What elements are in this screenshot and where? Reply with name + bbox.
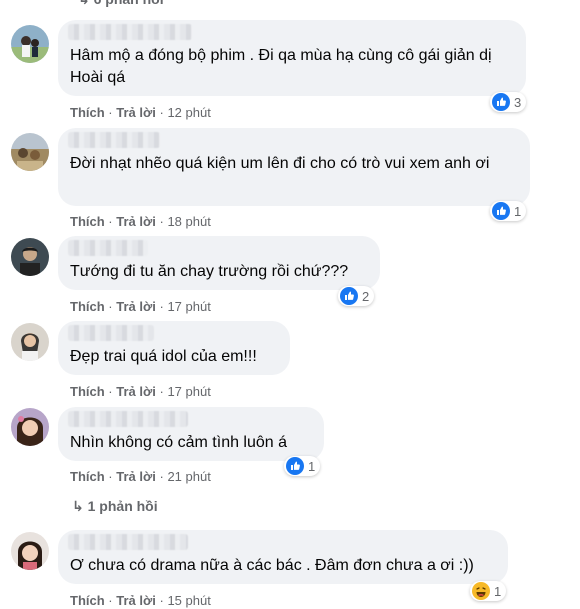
separator: · xyxy=(159,299,164,314)
commenter-name-redacted[interactable] xyxy=(68,132,160,148)
separator: · xyxy=(108,469,113,484)
comment-bubble: Đẹp trai quá idol của em!!! xyxy=(58,321,290,375)
reaction-count: 1 xyxy=(494,583,502,599)
like-action[interactable]: Thích xyxy=(70,384,105,399)
view-replies-link-top[interactable]: ↳ 6 phản hồi xyxy=(78,0,164,8)
separator: · xyxy=(159,469,164,484)
reply-action[interactable]: Trả lời xyxy=(116,214,156,229)
comment-time[interactable]: 17 phút xyxy=(167,299,210,314)
avatar[interactable] xyxy=(11,25,49,63)
separator: · xyxy=(159,384,164,399)
reply-action[interactable]: Trả lời xyxy=(116,469,156,484)
avatar[interactable] xyxy=(11,133,49,171)
separator: · xyxy=(159,105,164,120)
replies-count: 1 phản hồi xyxy=(87,498,158,514)
like-icon xyxy=(492,93,510,111)
reaction-count: 1 xyxy=(308,458,316,474)
like-action[interactable]: Thích xyxy=(70,469,105,484)
reaction-count: 3 xyxy=(514,94,522,110)
reply-arrow-icon: ↳ xyxy=(72,498,84,514)
comment-text: Đẹp trai quá idol của em!!! xyxy=(70,348,257,365)
like-icon xyxy=(492,202,510,220)
separator: · xyxy=(108,299,113,314)
reply-action[interactable]: Trả lời xyxy=(116,299,156,314)
like-icon xyxy=(340,287,358,305)
comment-text: Ơ chưa có drama nữa à các bác . Đâm đơn … xyxy=(70,557,474,574)
comment-text: Nhìn không có cảm tình luôn á xyxy=(70,434,288,451)
comment-bubble: Nhìn không có cảm tình luôn á xyxy=(58,407,324,461)
separator: · xyxy=(108,214,113,229)
reaction-summary[interactable]: 1 xyxy=(470,581,507,601)
reaction-summary[interactable]: 1 xyxy=(284,456,321,476)
separator: · xyxy=(108,384,113,399)
separator: · xyxy=(108,105,113,120)
like-action[interactable]: Thích xyxy=(70,214,105,229)
commenter-name-redacted[interactable] xyxy=(68,24,192,40)
comment-actions: Thích · Trả lời · 21 phút xyxy=(70,469,211,484)
separator: · xyxy=(159,214,164,229)
commenter-name-redacted[interactable] xyxy=(68,534,188,550)
comment-actions: Thích · Trả lời · 18 phút xyxy=(70,214,211,229)
comment-text: Tướng đi tu ăn chay trường rồi chứ??? xyxy=(70,263,349,280)
comment-time[interactable]: 17 phút xyxy=(167,384,210,399)
reply-action[interactable]: Trả lời xyxy=(116,384,156,399)
commenter-name-redacted[interactable] xyxy=(68,411,188,427)
comment-bubble: Hâm mộ a đóng bộ phim . Đi qa mùa hạ cùn… xyxy=(58,20,526,96)
separator: · xyxy=(159,593,164,608)
comment-time[interactable]: 21 phút xyxy=(167,469,210,484)
reaction-summary[interactable]: 1 xyxy=(490,201,527,221)
separator: · xyxy=(108,593,113,608)
comment-bubble: Tướng đi tu ăn chay trường rồi chứ??? xyxy=(58,236,380,290)
haha-icon xyxy=(472,582,490,600)
commenter-name-redacted[interactable] xyxy=(68,325,154,341)
like-action[interactable]: Thích xyxy=(70,105,105,120)
reply-action[interactable]: Trả lời xyxy=(116,105,156,120)
view-replies-link[interactable]: ↳ 1 phản hồi xyxy=(72,498,158,515)
comment-actions: Thích · Trả lời · 17 phút xyxy=(70,384,211,399)
comment-bubble: Đời nhạt nhẽo quá kiện um lên đi cho có … xyxy=(58,128,530,206)
comment-time[interactable]: 12 phút xyxy=(167,105,210,120)
avatar[interactable] xyxy=(11,532,49,570)
comment-text: Đời nhạt nhẽo quá kiện um lên đi cho có … xyxy=(70,155,490,172)
reaction-summary[interactable]: 3 xyxy=(490,92,527,112)
comment-actions: Thích · Trả lời · 17 phút xyxy=(70,299,211,314)
avatar[interactable] xyxy=(11,323,49,361)
commenter-name-redacted[interactable] xyxy=(68,240,148,256)
comment-actions: Thích · Trả lời · 15 phút xyxy=(70,593,211,608)
reply-action[interactable]: Trả lời xyxy=(116,593,156,608)
reaction-count: 2 xyxy=(362,288,370,304)
comment-time[interactable]: 15 phút xyxy=(167,593,210,608)
comment-actions: Thích · Trả lời · 12 phút xyxy=(70,105,211,120)
comment-time[interactable]: 18 phút xyxy=(167,214,210,229)
like-action[interactable]: Thích xyxy=(70,299,105,314)
like-icon xyxy=(286,457,304,475)
comment-bubble: Ơ chưa có drama nữa à các bác . Đâm đơn … xyxy=(58,530,508,584)
like-action[interactable]: Thích xyxy=(70,593,105,608)
comment-text: Hâm mộ a đóng bộ phim . Đi qa mùa hạ cùn… xyxy=(70,47,492,86)
reaction-summary[interactable]: 2 xyxy=(338,286,375,306)
avatar[interactable] xyxy=(11,238,49,276)
avatar[interactable] xyxy=(11,408,49,446)
reaction-count: 1 xyxy=(514,203,522,219)
